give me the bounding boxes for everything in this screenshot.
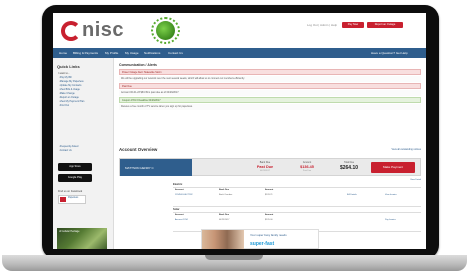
table-header: Account [175,189,184,191]
sidebar-link[interactable]: Update My Contacts [59,84,82,87]
sidebar-intro: I want to... [58,72,70,75]
nav-item-profile[interactable]: My Profile [105,51,118,55]
nav-item-contact[interactable]: Contact Us [168,51,183,55]
logo-text: nisc [82,19,125,41]
sidebar-link[interactable]: Find Out [59,104,69,107]
electric-label: Electric [173,183,183,186]
sidebar-link[interactable]: Report an Outage [59,96,79,99]
ad-highlight: super-fast [250,241,275,247]
summary-label: Bank Due [259,161,271,164]
google-play-badge[interactable]: Google Play [58,174,92,182]
table-header: Account [175,214,184,216]
header-top-links[interactable]: Log Out | Admin | Help [307,23,337,27]
summary-value: Past Due [256,165,274,169]
sidebar: Quick Links I want to... Pay My Bill Man… [53,58,114,249]
laptop-mockup: nisc Log Out | Admin | Help Pay Now Repo… [0,0,469,271]
nav-item-notifications[interactable]: Notifications [144,51,160,55]
sidebar-link[interactable]: Pay My Bill [59,76,72,79]
alert-row: Account 00-01-23 $63.39 is past due as o… [119,90,421,96]
account-name-cell[interactable]: MATTSON HENRY C [120,159,192,176]
paperless-icon [60,197,66,202]
alert-row[interactable]: Past Due [119,83,421,89]
main-content: Communication / Alerts Power Outage Aler… [119,63,421,249]
summary-label: Amount [302,161,312,164]
table-cell: $135.00 [265,219,273,221]
summary-label: Total Due [343,161,355,164]
sidebar-link[interactable]: View Bills & Usage [59,88,80,91]
find-us-text: Find us on Facebook [58,190,83,193]
summary-total: Total Due $264.10 [334,161,364,171]
table-cell[interactable]: 123456 ELECTRIC [175,194,193,196]
laptop-notch [205,255,263,260]
table-header: Amount [265,214,274,216]
bill-details-link[interactable]: Bill Details [347,194,357,196]
table-header: Bank Due [219,214,230,216]
summary-sub: Past Due [302,169,312,172]
table-header: Amount [265,189,274,191]
table-cell[interactable]: Account 1234 [175,219,188,221]
alert-row: Receive a free month of TV service when … [119,104,421,110]
alert-row: We will be upgrading our network over th… [119,76,421,82]
nisc-logo[interactable]: nisc [61,19,141,45]
paperless-box[interactable]: Paperless [58,195,86,204]
sidebar-link[interactable]: Frequently Asked [59,145,78,148]
summary-due: Bank Due Past Due 04/29/2017 [250,161,280,172]
table-cell: $128.21 [265,194,273,196]
table-cell: 04/29/2017 [219,219,230,221]
view-notices-link[interactable]: View all outstanding notices [392,148,421,151]
table-header: Bank Due [219,189,230,191]
summary-value: $136.45 [300,165,314,169]
communication-heading: Communication / Alerts [119,63,157,67]
quick-links-title: Quick Links [57,64,80,69]
electric-table: Account Bank Due Amount 123456 ELECTRIC … [173,187,421,207]
make-payment-button[interactable]: Make Payment [371,162,415,173]
ad-image [202,230,244,249]
laptop-screen: nisc Log Out | Admin | Help Pay Now Repo… [53,13,426,249]
globe-icon [156,21,175,40]
sidebar-link[interactable]: Contact Us [59,149,72,152]
ad-banner[interactable]: Your super busy family needs super-fast [201,229,319,249]
sidebar-link[interactable]: View My Payment Plan [59,100,85,103]
sidebar-promo-image[interactable]: of Cellular Heritage [57,228,107,249]
summary-sub: 04/29/2017 [259,169,270,172]
nav-help-link[interactable]: Have a Question? Get Help [371,51,408,55]
summary-value: $264.10 [339,165,359,171]
app-store-badge[interactable]: App Store [58,163,92,171]
report-outage-button[interactable]: Report an Outage [367,22,403,28]
summary-amount: Amount $136.45 Past Due [292,161,322,172]
account-summary-bar: MATTSON HENRY C Bank Due Past Due 04/29/… [119,158,421,176]
promo-caption: of Cellular Heritage [59,230,80,233]
account-name: MATTSON HENRY C [125,166,154,170]
alert-row[interactable]: Power Outage Alert: Statewide Storm [119,69,421,75]
nav-item-billing[interactable]: Billing & Payments [73,51,98,55]
site-header: nisc Log Out | Admin | Help Pay Now Repo… [53,13,426,48]
sidebar-link[interactable]: Make Change [59,92,75,95]
logo-c-icon [61,21,81,41]
view-detail-link[interactable]: View Detail [410,179,421,181]
view-invoice-link[interactable]: View Invoice [385,194,397,196]
sidebar-link[interactable]: Manage My Paperless [59,80,84,83]
alert-row[interactable]: Coupon 15% 0 Deadline 04/29/2017 [119,97,421,103]
ad-text: Your super busy family needs [250,233,287,237]
solar-label: Solar [173,208,180,211]
nav-item-usage[interactable]: My Usage [125,51,139,55]
nav-item-home[interactable]: Home [59,51,67,55]
pay-now-button[interactable]: Pay Now [342,22,364,28]
pay-invoice-link[interactable]: Pay Invoice [385,219,396,221]
table-cell: Bank Overdue [219,194,233,196]
account-overview-heading: Account Overview [119,147,158,152]
paperless-label: Paperless [68,197,79,199]
main-nav: Home Billing & Payments My Profile My Us… [53,48,426,58]
